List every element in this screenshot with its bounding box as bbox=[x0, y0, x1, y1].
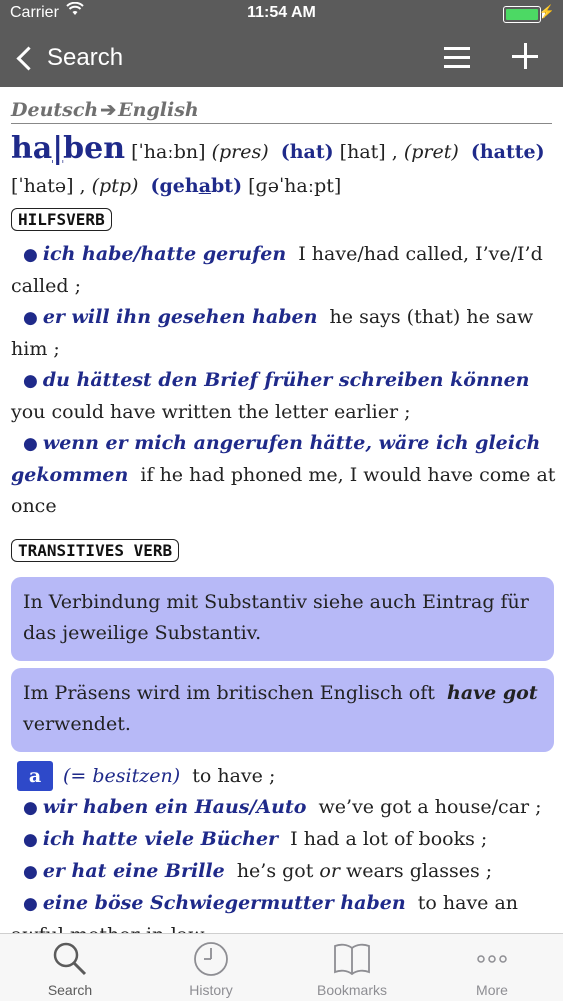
ptp-form: (gehabt) bbox=[150, 175, 243, 197]
example-item: ● er hat eine Brille he’s got or wears gl… bbox=[23, 860, 493, 882]
source-language: Deutsch bbox=[11, 99, 99, 121]
tab-more[interactable]: More bbox=[422, 934, 562, 1001]
usage-note-have-got: Im Präsens wird im britischen Englisch o… bbox=[11, 668, 554, 752]
pres-form: (hat) bbox=[280, 141, 334, 163]
language-direction: Deutsch ➔ English bbox=[11, 99, 552, 124]
book-icon bbox=[334, 943, 370, 976]
tab-bar: Search History Bookmarks More bbox=[0, 933, 563, 1001]
pres-label: (pres) bbox=[211, 141, 269, 163]
pret-label: (pret) bbox=[403, 141, 459, 163]
pret-pronunciation: [ˈhatə] , bbox=[11, 175, 86, 197]
example-item: ● eine böse Schwiegermutter haben to have… bbox=[11, 892, 519, 933]
battery-icon bbox=[503, 6, 545, 23]
search-icon bbox=[53, 942, 87, 976]
menu-button[interactable] bbox=[442, 42, 472, 72]
example-item: ● wir haben ein Haus/Auto we’ve got a hou… bbox=[23, 796, 542, 818]
status-time: 11:54 AM bbox=[247, 4, 316, 21]
arrow-right-icon: ➔ bbox=[100, 99, 117, 121]
bullet-icon: ● bbox=[23, 830, 38, 850]
bullet-icon: ● bbox=[23, 894, 38, 914]
target-language: English bbox=[118, 99, 199, 121]
pret-form: (hatte) bbox=[470, 141, 545, 163]
example-item: ● du hättest den Brief früher schreiben k… bbox=[11, 369, 530, 423]
charging-icon: ⚡ bbox=[538, 4, 555, 19]
pres-pronunciation: [hat] , bbox=[339, 141, 398, 163]
example-item: ● ich hatte viele Bücher I had a lot of b… bbox=[23, 828, 488, 850]
transitives-verb-label: TRANSITIVES VERB bbox=[11, 539, 180, 562]
tab-bookmarks[interactable]: Bookmarks bbox=[282, 934, 422, 1001]
bullet-icon: ● bbox=[23, 798, 38, 818]
ptp-pronunciation: [ɡəˈhaːpt] bbox=[248, 175, 342, 197]
sense-line: a (= besitzen) to have ; bbox=[17, 761, 556, 792]
status-bar: Carrier 11:54 AM ⚡ bbox=[0, 0, 563, 28]
headword: ha|ben bbox=[11, 131, 126, 166]
transitives-examples: a (= besitzen) to have ; ● wir haben ein H… bbox=[11, 761, 556, 933]
usage-note: In Verbindung mit Substantiv siehe auch … bbox=[11, 577, 554, 661]
bullet-icon: ● bbox=[23, 308, 38, 328]
hilfsverb-label: HILFSVERB bbox=[11, 208, 112, 231]
tab-search[interactable]: Search bbox=[0, 934, 140, 1001]
navigation-bar: Search bbox=[0, 28, 563, 87]
more-icon bbox=[477, 955, 507, 963]
example-item: ● ich habe/hatte gerufen I have/had calle… bbox=[11, 243, 543, 297]
bullet-icon: ● bbox=[23, 434, 38, 454]
clock-icon bbox=[194, 942, 228, 976]
back-button[interactable]: Search bbox=[14, 38, 123, 78]
tab-history[interactable]: History bbox=[141, 934, 281, 1001]
bullet-icon: ● bbox=[23, 245, 38, 265]
add-bookmark-button[interactable] bbox=[508, 39, 542, 73]
bullet-icon: ● bbox=[23, 371, 38, 391]
entry-header: ha|ben [ˈhaːbn] (pres) (hat) [hat] , (pr… bbox=[11, 132, 556, 203]
back-button-label: Search bbox=[47, 44, 124, 71]
pronunciation: [ˈhaːbn] bbox=[131, 141, 206, 163]
sense-badge[interactable]: a bbox=[17, 761, 53, 791]
chevron-left-icon bbox=[16, 45, 41, 71]
entry-content[interactable]: Deutsch ➔ English ha|ben [ˈhaːbn] (pres) (… bbox=[0, 87, 563, 933]
example-item: ● wenn er mich angerufen hätte, wäre ich … bbox=[11, 432, 556, 517]
bullet-icon: ● bbox=[23, 862, 38, 882]
ptp-label: (ptp) bbox=[91, 175, 139, 197]
hilfsverb-examples: ● ich habe/hatte gerufen I have/had calle… bbox=[11, 239, 556, 522]
example-item: ● er will ihn gesehen haben he says (that… bbox=[11, 306, 534, 360]
